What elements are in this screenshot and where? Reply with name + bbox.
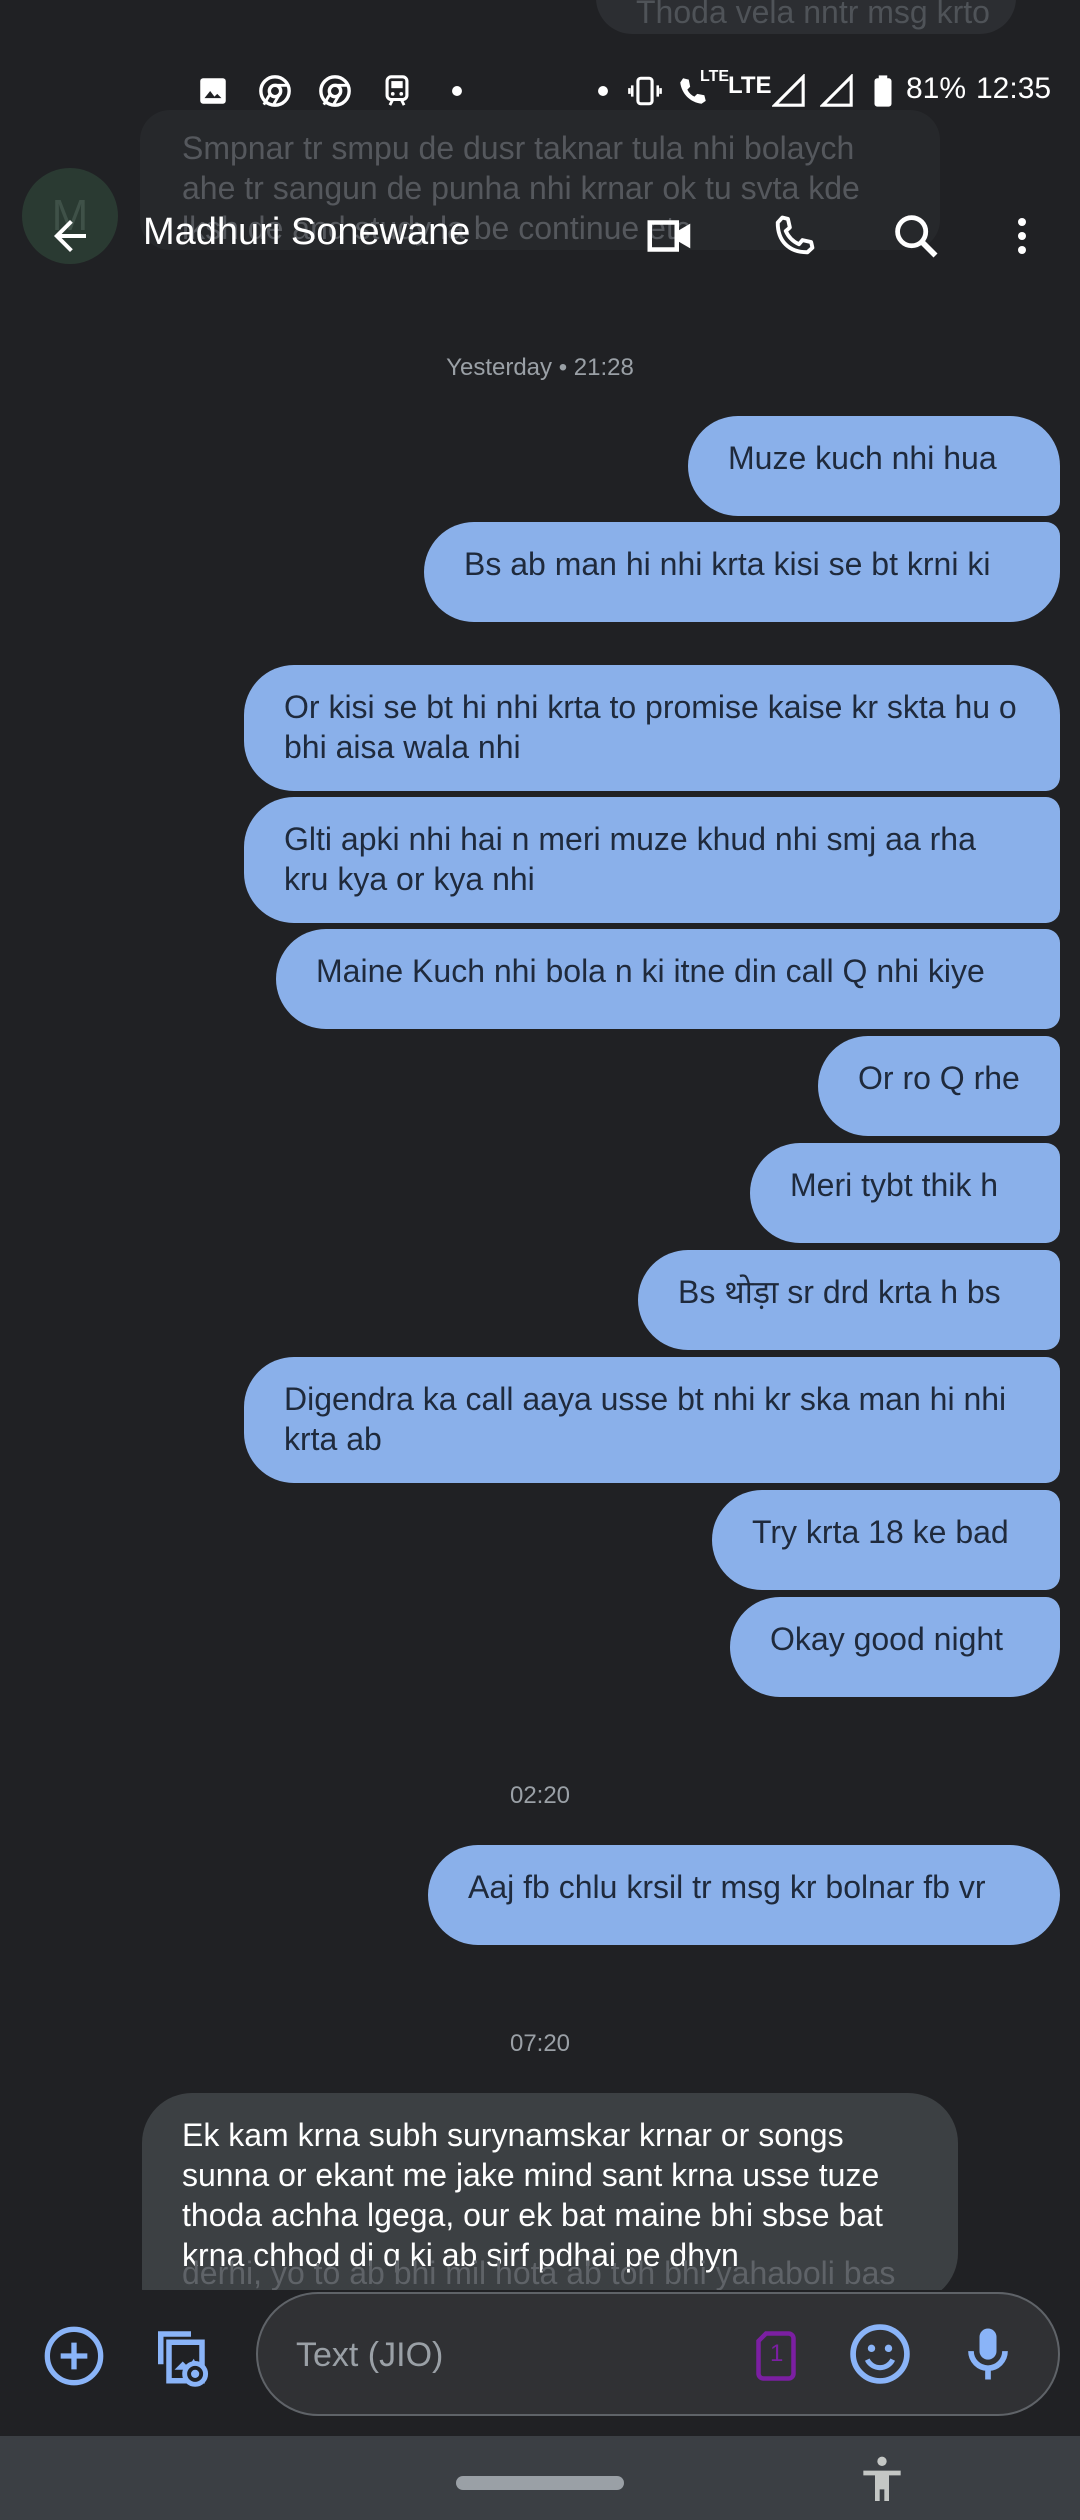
chrome-notification-icon <box>319 75 351 107</box>
search-icon <box>895 215 938 258</box>
lte-label: LTE <box>700 68 730 85</box>
emoji-icon <box>850 2324 910 2384</box>
accessibility-icon <box>863 2456 901 2501</box>
image-notification-icon <box>200 78 226 104</box>
outgoing-message[interactable]: Try krta 18 ke bad <box>712 1490 1060 1590</box>
back-button[interactable] <box>34 200 106 272</box>
timestamp: 07:20 <box>509 2030 571 2057</box>
outgoing-message[interactable]: Okay good night <box>730 1597 1060 1697</box>
timestamp: 02:20 <box>509 1782 571 1809</box>
outgoing-message[interactable]: Or ro Q rhe <box>818 1036 1060 1136</box>
emoji-button[interactable] <box>846 2320 914 2388</box>
outgoing-message[interactable]: Muze kuch nhi hua <box>688 416 1060 516</box>
more-vert-icon <box>1018 218 1026 254</box>
outgoing-message[interactable]: Glti apki nhi hai n meri muze khud nhi s… <box>244 797 1060 923</box>
background-line: Smpnar tr smpu de dusr taknar tula nhi b… <box>182 130 855 166</box>
vibrate-icon <box>628 76 662 106</box>
outgoing-message[interactable]: Bs ab man hi nhi krta kisi se bt krni ki <box>424 522 1060 622</box>
voice-call-button[interactable] <box>758 200 830 272</box>
battery-percent: 81% <box>906 72 967 105</box>
sim-selector-button[interactable]: 1 <box>746 2326 806 2386</box>
message-compose-field[interactable]: 1 <box>256 2292 1060 2416</box>
signal-icon <box>772 74 805 107</box>
signal-icon <box>820 74 853 107</box>
clock: 12:35 <box>976 72 1052 105</box>
voice-input-button[interactable] <box>954 2320 1022 2388</box>
gallery-button[interactable] <box>144 2320 216 2392</box>
more-notifications-dot-icon <box>452 86 462 96</box>
battery-icon <box>874 75 892 107</box>
background-bubble: Thoda vela nntr msg krto <box>596 0 1016 34</box>
videocam-icon <box>647 220 691 252</box>
accessibility-button[interactable] <box>854 2452 910 2508</box>
phone-icon <box>775 215 815 255</box>
outgoing-message[interactable]: Digendra ka call aaya usse bt nhi kr ska… <box>244 1357 1060 1483</box>
outgoing-message[interactable]: Aaj fb chlu krsil tr msg kr bolnar fb vr <box>428 1845 1060 1945</box>
outgoing-message[interactable]: Bs थोड़ा sr drd krta h bs <box>638 1250 1060 1350</box>
arrow-back-icon <box>54 220 86 252</box>
chrome-notification-icon <box>259 75 291 107</box>
outgoing-message[interactable]: Maine Kuch nhi bola n ki itne din call Q… <box>276 929 1060 1029</box>
gallery-camera-icon <box>158 2331 209 2387</box>
search-button[interactable] <box>880 200 952 272</box>
video-call-button[interactable] <box>634 200 706 272</box>
outgoing-message[interactable]: Meri tybt thik h <box>750 1143 1060 1243</box>
message-input[interactable] <box>294 2324 698 2386</box>
outgoing-message[interactable]: Or kisi se bt hi nhi krta to promise kai… <box>244 665 1060 791</box>
train-notification-icon <box>385 75 409 106</box>
dot-icon <box>598 86 608 96</box>
timestamp: Yesterday • 21:28 <box>446 354 634 381</box>
lte-label: LTE <box>728 72 772 99</box>
add-circle-icon <box>44 2326 104 2386</box>
navigation-bar <box>0 2436 1080 2520</box>
background-bubble-text: Thoda vela nntr msg krto <box>636 0 990 30</box>
incoming-message-faded-line: derhi, yo to ab bhi mil hota ab toh bhi … <box>182 2255 896 2291</box>
add-attachment-button[interactable] <box>38 2320 110 2392</box>
status-bar: LTE LTE 81% 12:35 <box>0 60 1080 130</box>
contact-name[interactable]: Madhuri Sonewane <box>143 211 470 254</box>
mic-icon <box>968 2328 1008 2380</box>
home-gesture-handle[interactable] <box>456 2476 624 2490</box>
sim-number: 1 <box>770 2340 784 2367</box>
overflow-menu-button[interactable] <box>986 200 1058 272</box>
